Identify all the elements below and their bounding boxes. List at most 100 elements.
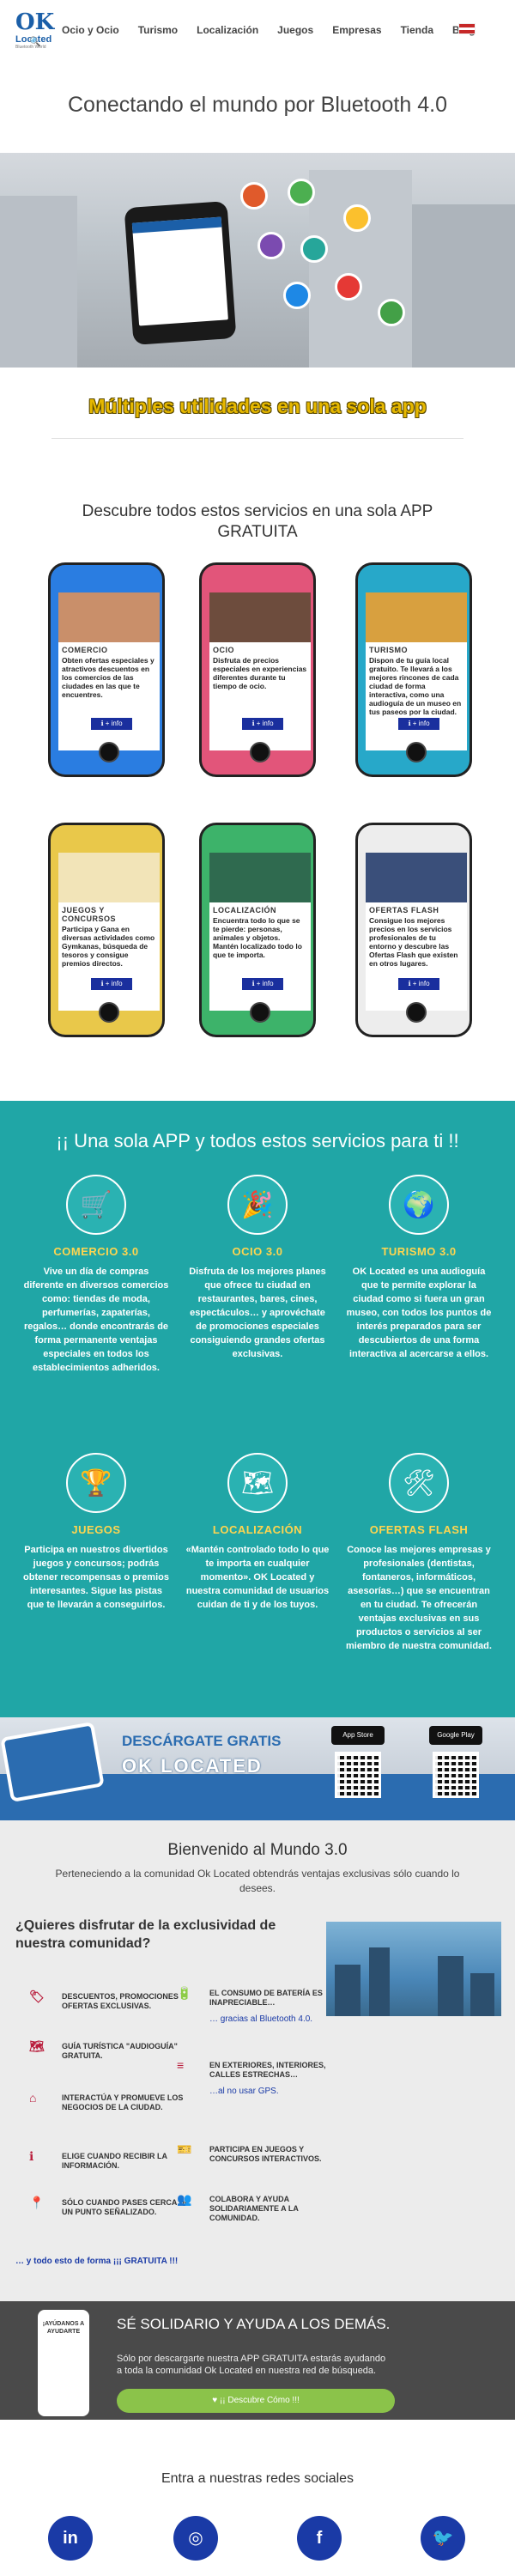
feature-3: 🏆 JUEGOS Participa en nuestros divertidos … (22, 1453, 170, 1612)
nav-item-localizacion[interactable]: Localización (197, 24, 258, 36)
qr-code-ios-icon (335, 1752, 381, 1798)
info-icon: ℹ (29, 2149, 34, 2163)
app-bubble-icon (378, 299, 405, 326)
service-phone-3: JUEGOS Y CONCURSOS Participa y Gana en di… (48, 823, 165, 1037)
benefit-subtext: … gracias al Bluetooth 4.0. (209, 2014, 313, 2024)
benefit-text: COLABORA Y AYUDA SOLIDARIAMENTE A LA COM… (209, 2195, 299, 2222)
benefit-item: 🏷 DESCUENTOS, PROMOCIONES Y OFERTAS EXCLU… (29, 1990, 191, 2011)
benefit-item: 🎫 PARTICIPA EN JUEGOS Y CONCURSOS INTERAC… (177, 2143, 338, 2164)
app-store-button[interactable]: App Store (331, 1726, 385, 1745)
benefit-subtext: …al no usar GPS. (209, 2087, 279, 2096)
search-icon[interactable]: 🔍 (29, 36, 41, 47)
benefit-text: EN EXTERIORES, INTERIORES, CALLES ESTREC… (209, 2061, 326, 2079)
welcome-subtitle: Perteneciendo a la comunidad Ok Located … (55, 1868, 460, 1894)
service-image (366, 853, 467, 902)
phone-screen: JUEGOS Y CONCURSOS Participa y Gana en di… (58, 853, 160, 1011)
nav-item-ocio[interactable]: Ocio y Ocio (62, 24, 119, 36)
service-image (58, 592, 160, 642)
phone-screen: OCIO Disfruta de precios especiales en ex… (209, 592, 311, 750)
globe-icon: 🌍 (389, 1175, 449, 1235)
service-phone-2: TURISMO Dispon de tu guía local gratuito.… (355, 562, 472, 777)
nav-item-tienda[interactable]: Tienda (401, 24, 433, 36)
nav-item-juegos[interactable]: Juegos (277, 24, 313, 36)
feature-0: 🛒 COMERCIO 3.0 Vive un día de compras dife… (22, 1175, 170, 1375)
service-text: Disfruta de precios especiales en experi… (213, 656, 307, 690)
nav-item-empresas[interactable]: Empresas (332, 24, 381, 36)
service-text: Dispon de tu guía local gratuito. Te lle… (369, 656, 462, 716)
benefit-text: GUÍA TURÍSTICA "AUDIOGUÍA" GRATUITA. (62, 2042, 178, 2060)
benefit-item: 🔋 EL CONSUMO DE BATERÍA ES INAPRECIABLE… …… (177, 1987, 338, 2024)
more-info-button[interactable]: ℹ + info (398, 718, 439, 730)
benefit-text: SÓLO CUANDO PASES CERCA DE UN PUNTO SEÑA… (62, 2198, 191, 2216)
feature-title: OFERTAS FLASH (369, 1523, 469, 1536)
hero-phone-image (124, 201, 237, 345)
social-title: Entra a nuestras redes sociales (161, 2471, 354, 2486)
benefit-text: INTERACTÚA Y PROMUEVE LOS NEGOCIOS DE LA… (62, 2093, 184, 2111)
app-bubble-icon (343, 204, 371, 232)
community-question: ¿Quieres disfrutar de la exclusividad de… (15, 1918, 276, 1951)
instagram-icon[interactable]: ◎ (173, 2516, 218, 2561)
service-phone-1: OCIO Disfruta de precios especiales en ex… (199, 562, 316, 777)
benefit-item: ≡ EN EXTERIORES, INTERIORES, CALLES ESTRE… (177, 2059, 338, 2096)
more-info-button[interactable]: ℹ + info (242, 978, 283, 990)
tag-icon: 🏷 (29, 1990, 45, 2003)
service-title: JUEGOS Y CONCURSOS (62, 906, 117, 923)
benefit-item: 📍 SÓLO CUANDO PASES CERCA DE UN PUNTO SEÑ… (29, 2196, 191, 2217)
facebook-icon[interactable]: f (297, 2516, 342, 2561)
phone-screen: LOCALIZACIÓN Encuentra todo lo que se te … (209, 853, 311, 1011)
tools-icon: 🛠 (389, 1453, 449, 1513)
benefit-text: EL CONSUMO DE BATERÍA ES INAPRECIABLE… (209, 1989, 323, 2007)
discover-how-button[interactable]: ♥ ¡¡ Descubre Cómo !!! (117, 2389, 395, 2413)
benefit-item: 🗺 GUÍA TURÍSTICA "AUDIOGUÍA" GRATUITA. (29, 2040, 191, 2061)
welcome-title: Bienvenido al Mundo 3.0 (167, 1841, 348, 1859)
ticket-icon: 🎫 (177, 2142, 192, 2156)
feature-text: Vive un día de compras diferente en dive… (23, 1267, 169, 1373)
feature-text: Participa en nuestros divertidos juegos … (23, 1545, 169, 1610)
service-text: Encuentra todo lo que se te pierde: pers… (213, 916, 302, 959)
cart-icon: 🛒 (66, 1175, 126, 1235)
more-info-button[interactable]: ℹ + info (398, 978, 439, 990)
sliders-icon: ≡ (177, 2058, 185, 2072)
service-image (209, 853, 311, 902)
phone-screen: COMERCIO Obten ofertas especiales y atrac… (58, 592, 160, 750)
services-title: Descubre todos estos servicios en una so… (82, 502, 433, 541)
service-title: TURISMO (369, 646, 408, 654)
solidarity-section: ¡AYÚDANOS A AYUDARTE SÉ SOLIDARIO Y AYUD… (0, 2301, 515, 2420)
benefit-item: 👥 COLABORA Y AYUDA SOLIDARIAMENTE A LA CO… (177, 2193, 338, 2223)
phone-home-button (406, 1002, 427, 1023)
service-image (366, 592, 467, 642)
feature-2: 🌍 TURISMO 3.0 OK Located es una audioguía … (345, 1175, 493, 1361)
service-title: LOCALIZACIÓN (213, 906, 276, 914)
service-text: Obten ofertas especiales y atractivos de… (62, 656, 154, 699)
logo-ok: OK (15, 9, 55, 35)
phone-screen: TURISMO Dispon de tu guía local gratuito.… (366, 592, 467, 750)
nav-item-turismo[interactable]: Turismo (138, 24, 178, 36)
service-phone-5: OFERTAS FLASH Consigue los mejores precio… (355, 823, 472, 1037)
google-play-button[interactable]: Google Play (429, 1726, 482, 1745)
more-info-button[interactable]: ℹ + info (91, 718, 132, 730)
download-free-label: DESCÁRGATE GRATIS (122, 1733, 282, 1749)
linkedin-icon[interactable]: in (48, 2516, 93, 2561)
benefit-item: ⌂ INTERACTÚA Y PROMUEVE LOS NEGOCIOS DE L… (29, 2092, 191, 2112)
more-info-button[interactable]: ℹ + info (91, 978, 132, 990)
twitter-icon[interactable]: 🐦 (421, 2516, 465, 2561)
service-text: Consigue los mejores precios en los serv… (369, 916, 458, 968)
solidarity-phone-label: ¡AYÚDANOS A AYUDARTE (42, 2321, 85, 2335)
language-flag-icon[interactable] (458, 23, 476, 34)
site-header: OK Located Bluetooth World Ocio y Ocio T… (0, 0, 515, 60)
party-icon: 🎉 (227, 1175, 288, 1235)
more-info-button[interactable]: ℹ + info (242, 718, 283, 730)
service-title: OFERTAS FLASH (369, 906, 439, 914)
solidarity-title: SÉ SOLIDARIO Y AYUDA A LOS DEMÁS. (117, 2316, 391, 2332)
feature-title: JUEGOS (71, 1523, 121, 1536)
benefit-text: PARTICIPA EN JUEGOS Y CONCURSOS INTERACT… (209, 2145, 322, 2163)
hero-image (0, 153, 515, 368)
multi-utility-title: Múltiples utilidades en una sola app (88, 395, 427, 417)
features-section: ¡¡ Una sola APP y todos estos servicios … (0, 1101, 515, 1717)
benefit-item: ℹ ELIGE CUANDO RECIBIR LA INFORMACIÓN. (29, 2150, 191, 2171)
feature-4: 🗺 LOCALIZACIÓN «Mantén controlado todo lo … (184, 1453, 331, 1612)
city-illustration (326, 1922, 501, 2016)
feature-1: 🎉 OCIO 3.0 Disfruta de los mejores planes … (184, 1175, 331, 1361)
feature-title: COMERCIO 3.0 (53, 1245, 139, 1258)
app-bubble-icon (335, 273, 362, 301)
